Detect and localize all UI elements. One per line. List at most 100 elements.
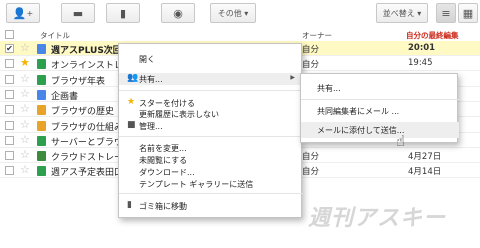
menu-item-rename[interactable]: 名前を変更... <box>119 142 303 154</box>
menu-manage-label: 管理... <box>139 122 163 131</box>
more-menu-button[interactable]: その他 ▾ <box>210 3 256 23</box>
doc-file-icon <box>37 89 46 100</box>
menu-item-share[interactable]: 👥 共有... ▶ <box>119 73 303 85</box>
watermark-logo: 週刊アスキー <box>308 206 447 231</box>
row-checkbox[interactable] <box>5 151 14 161</box>
sheet-file-icon <box>37 74 46 85</box>
menu-item-send-gallery[interactable]: テンプレート ギャラリーに送信 <box>119 178 303 190</box>
star-icon[interactable]: ☆ <box>20 87 30 101</box>
row-date: 4月14日 <box>408 167 442 178</box>
row-owner: 自分 <box>302 167 320 178</box>
sort-button[interactable]: 並べ替え ▾ <box>376 3 428 23</box>
sheet-file-icon <box>37 59 46 70</box>
new-label: + <box>26 8 34 18</box>
menu-item-hide-recent[interactable]: 更新履歴に表示しない <box>119 108 303 120</box>
menu-separator <box>119 136 303 137</box>
star-icon[interactable]: ☆ <box>20 72 30 86</box>
submenu-item-email-collaborators[interactable]: 共同編集者にメール ... <box>301 103 459 119</box>
row-title-text: ブラウザ年表 <box>51 76 106 87</box>
row-title-text: ブラウザの仕組み <box>51 122 124 133</box>
folder-icon: ▬ <box>72 6 84 20</box>
share-submenu: 共有... 共同編集者にメール ... メールに添付して送信... <box>300 73 459 143</box>
row-checkbox[interactable] <box>5 89 14 99</box>
menu-item-download[interactable]: ダウンロード... <box>119 166 303 178</box>
list-view-icon: ≡ <box>441 6 451 20</box>
menu-open-label: 開く <box>139 55 155 64</box>
menu-download-label: ダウンロード... <box>139 168 195 177</box>
add-person-icon: 👤 <box>12 6 27 20</box>
eye-icon: ◉ <box>173 6 183 20</box>
menu-hide-recent-label: 更新履歴に表示しない <box>139 110 219 119</box>
context-menu: 開く 👥 共有... ▶ ★ スターを付ける 更新履歴に表示しない ■ 管理..… <box>118 43 303 218</box>
submenu-email-attachment-label: メールに添付して送信... <box>317 126 405 135</box>
menu-item-mark-unread[interactable]: 未閲覧にする <box>119 154 303 166</box>
row-title[interactable]: 企画書 <box>51 89 78 102</box>
sheet-file-icon <box>37 135 46 146</box>
row-checkbox[interactable] <box>5 120 14 130</box>
column-last-edited[interactable]: 自分の最終編集 <box>406 30 459 41</box>
toolbar: 👤 + ▬ ▮ ◉ その他 ▾ 並べ替え ▾ ≡ ▦ <box>0 0 480 27</box>
star-icon[interactable]: ☆ <box>20 102 30 116</box>
table-file-icon <box>37 151 46 162</box>
menu-send-gallery-label: テンプレート ギャラリーに送信 <box>139 180 254 189</box>
row-checkbox[interactable] <box>5 74 14 84</box>
menu-rename-label: 名前を変更... <box>139 144 187 153</box>
pres-file-icon <box>37 105 46 116</box>
row-checkbox[interactable] <box>5 135 14 145</box>
menu-item-manage[interactable]: ■ 管理... <box>119 120 303 132</box>
row-checkbox[interactable] <box>5 105 14 115</box>
grid-view-icon: ▦ <box>462 6 474 20</box>
more-label: その他 ▾ <box>217 8 249 18</box>
row-owner: 自分 <box>302 60 320 71</box>
folder-icon: ■ <box>127 120 136 130</box>
menu-separator <box>119 90 303 91</box>
row-owner: 自分 <box>302 45 320 55</box>
submenu-share-label: 共有... <box>317 84 341 93</box>
star-icon[interactable]: ☆ <box>20 163 30 177</box>
menu-trash-label: ゴミ箱に移動 <box>139 202 187 211</box>
share-person-icon: 👥 <box>127 73 139 83</box>
column-title[interactable]: タイトル <box>40 30 70 41</box>
row-title-text: 企画書 <box>51 91 79 102</box>
row-date: 20:01 <box>408 43 436 53</box>
submenu-item-email-attachment[interactable]: メールに添付して送信... <box>301 122 459 138</box>
menu-item-open[interactable]: 開く <box>119 53 303 65</box>
list-view-button[interactable]: ≡ <box>436 3 456 23</box>
star-icon[interactable]: ☆ <box>20 133 30 147</box>
menu-mark-unread-label: 未閲覧にする <box>139 156 188 165</box>
row-checkbox[interactable] <box>5 59 14 69</box>
menu-share-label: 共有... <box>139 75 163 84</box>
row-checkbox[interactable]: ✔ <box>5 44 14 53</box>
row-checkbox[interactable] <box>5 166 14 176</box>
doc-file-icon <box>37 44 46 54</box>
trash-button[interactable]: ▮ <box>106 3 140 23</box>
menu-item-trash[interactable]: ▮ ゴミ箱に移動 <box>119 200 303 212</box>
submenu-separator <box>301 99 459 100</box>
list-header: タイトル オーナー 自分の最終編集 <box>0 29 480 41</box>
trash-icon: ▮ <box>127 200 132 210</box>
column-owner[interactable]: オーナー <box>302 30 332 41</box>
submenu-arrow-icon: ▶ <box>290 74 295 81</box>
hand-cursor-icon: ☝ <box>396 132 406 150</box>
select-all-checkbox[interactable] <box>5 30 14 39</box>
row-date: 4月27日 <box>408 152 442 163</box>
new-document-button[interactable]: 👤 + <box>6 3 40 23</box>
pres-file-icon <box>37 120 46 131</box>
row-title[interactable]: ブラウザ年表 <box>51 74 105 87</box>
row-date: 19:45 <box>408 58 433 69</box>
row-owner: 自分 <box>302 152 320 163</box>
grid-view-button[interactable]: ▦ <box>458 3 478 23</box>
row-title-text: ブラウザの歴史 <box>51 107 115 118</box>
preview-button[interactable]: ◉ <box>161 3 195 23</box>
sheet-file-icon <box>37 166 46 177</box>
star-icon[interactable]: ★ <box>20 56 30 70</box>
submenu-item-share[interactable]: 共有... <box>301 80 459 96</box>
row-title[interactable]: ブラウザの仕組み <box>51 120 123 133</box>
star-icon: ★ <box>127 97 136 107</box>
menu-separator <box>119 193 303 194</box>
move-to-folder-button[interactable]: ▬ <box>61 3 95 23</box>
star-icon[interactable]: ☆ <box>20 41 30 55</box>
row-title[interactable]: ブラウザの歴史 <box>51 104 114 117</box>
star-icon[interactable]: ☆ <box>20 148 30 162</box>
star-icon[interactable]: ☆ <box>20 118 30 132</box>
